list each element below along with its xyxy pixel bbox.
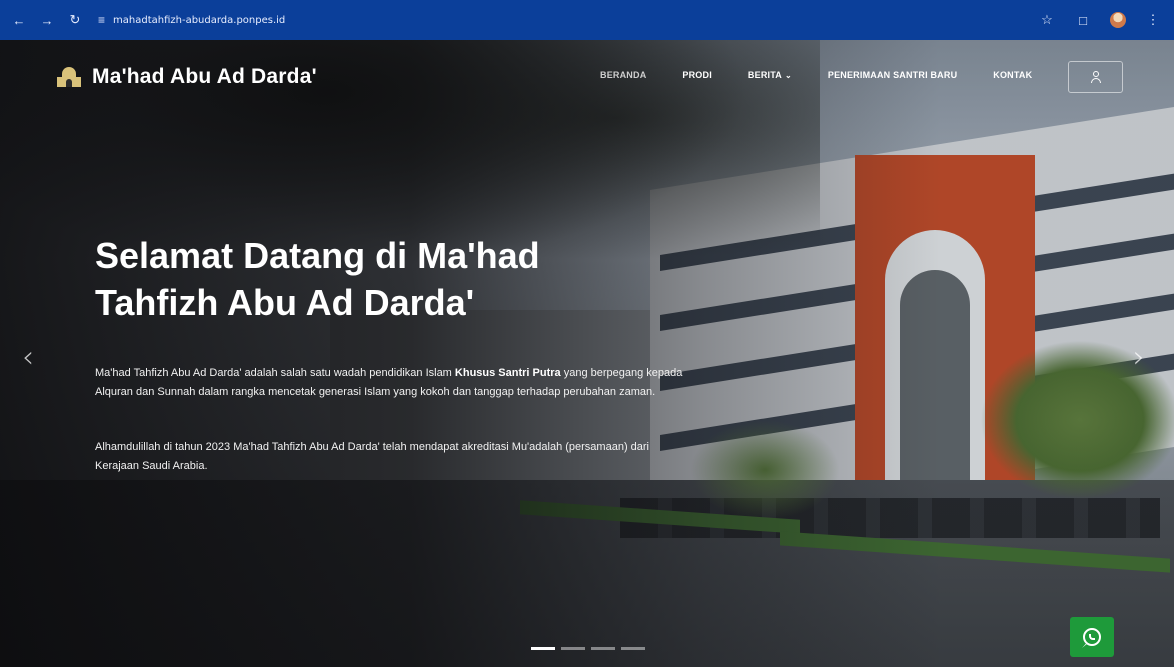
- carousel-indicator[interactable]: [561, 647, 585, 650]
- login-button[interactable]: [1068, 61, 1123, 93]
- site-logo[interactable]: Ma'had Abu Ad Darda': [56, 65, 317, 89]
- hero-accreditation-text: Alhamdulillah di tahun 2023 Ma'had Tahfi…: [95, 441, 650, 473]
- mosque-logo-icon: [56, 67, 82, 87]
- bookmark-star-icon[interactable]: ☆: [1038, 12, 1056, 28]
- profile-avatar[interactable]: [1110, 12, 1126, 28]
- site-title[interactable]: Ma'had Abu Ad Darda': [92, 65, 317, 89]
- carousel-indicator[interactable]: [591, 647, 615, 650]
- reload-icon[interactable]: ↻: [64, 9, 86, 31]
- menu-item-berita-label: BERITA: [747, 70, 782, 80]
- url-text[interactable]: mahadtahfizh-abudarda.ponpes.id: [113, 15, 285, 26]
- user-icon: [1090, 71, 1101, 83]
- browser-toolbar: ← → ↻ ≡ mahadtahfizh-abudarda.ponpes.id …: [0, 0, 1174, 40]
- more-menu-icon[interactable]: ⋮: [1144, 12, 1162, 28]
- carousel-prev-icon[interactable]: ‹: [22, 340, 34, 375]
- hero-description: Ma'had Tahfizh Abu Ad Darda' adalah sala…: [95, 364, 695, 403]
- whatsapp-button[interactable]: [1070, 617, 1114, 657]
- back-arrow-icon[interactable]: ←: [8, 9, 30, 31]
- carousel-next-icon[interactable]: ›: [1133, 340, 1145, 375]
- menu-item-prodi[interactable]: PRODI: [682, 70, 712, 80]
- site-header: Ma'had Abu Ad Darda' BERANDA PRODI BERIT…: [0, 40, 1174, 115]
- carousel-indicators: [531, 647, 645, 650]
- hero-dark-overlay: [0, 40, 1174, 667]
- menu-item-penerimaan-santri-baru[interactable]: PENERIMAAN SANTRI BARU: [828, 70, 957, 80]
- hero-description-highlight: Khusus Santri Putra: [454, 367, 561, 379]
- address-bar[interactable]: ≡ mahadtahfizh-abudarda.ponpes.id: [98, 13, 285, 27]
- main-menu: BERANDA PRODI BERITA ⌄ PENERIMAAN SANTRI…: [600, 70, 1068, 80]
- menu-item-kontak[interactable]: KONTAK: [993, 70, 1032, 80]
- extensions-icon[interactable]: □: [1074, 13, 1092, 28]
- browser-window: ← → ↻ ≡ mahadtahfizh-abudarda.ponpes.id …: [0, 0, 1174, 667]
- menu-item-beranda[interactable]: BERANDA: [600, 70, 646, 80]
- carousel-indicator[interactable]: [621, 647, 645, 650]
- whatsapp-icon: [1083, 628, 1101, 646]
- site-settings-icon[interactable]: ≡: [98, 13, 105, 27]
- chevron-down-icon: ⌄: [784, 70, 792, 80]
- browser-actions: ☆ □ ⋮: [1038, 12, 1166, 28]
- carousel-indicator[interactable]: [531, 647, 555, 650]
- hero-description-text: Ma'had Tahfizh Abu Ad Darda' adalah sala…: [95, 367, 455, 379]
- forward-arrow-icon[interactable]: →: [36, 9, 58, 31]
- hero-carousel: Ma'had Abu Ad Darda' BERANDA PRODI BERIT…: [0, 40, 1174, 667]
- hero-title: Selamat Datang di Ma'had Tahfizh Abu Ad …: [95, 235, 540, 323]
- menu-item-berita[interactable]: BERITA ⌄: [748, 70, 792, 80]
